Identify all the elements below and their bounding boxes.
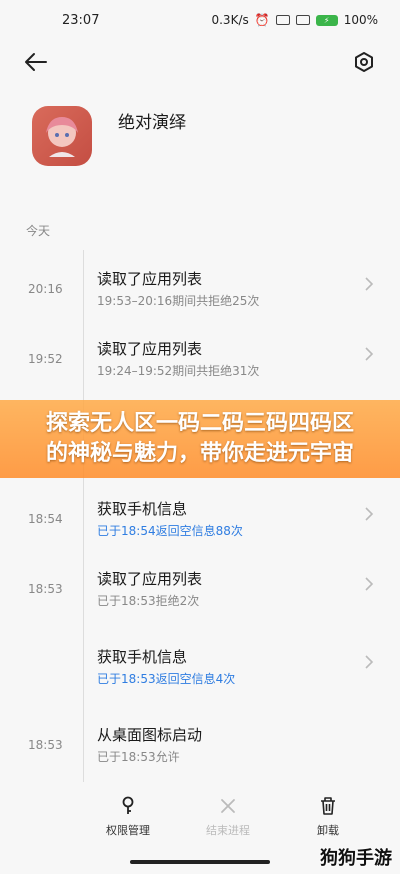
signal-icon-2 — [295, 15, 310, 25]
timeline-item[interactable]: 18:54 获取手机信息 已于18:54返回空信息88次 — [0, 480, 400, 550]
app-bar — [0, 40, 400, 84]
battery-percent: 100% — [343, 13, 378, 27]
home-indicator[interactable] — [130, 860, 270, 864]
app-header: 绝对演绎 — [32, 106, 186, 166]
timeline-line — [83, 550, 84, 628]
chevron-right-icon — [364, 346, 374, 366]
event-time: 19:52 — [28, 352, 63, 366]
watermark-text: 狗狗手游 — [320, 848, 392, 869]
net-speed: 0.3K/s — [211, 13, 249, 27]
timeline-line — [83, 320, 84, 390]
timeline-item[interactable]: 18:53 读取了应用列表 已于18:53拒绝2次 — [0, 550, 400, 628]
event-detail: 已于18:54返回空信息88次 — [97, 524, 243, 538]
timeline-line — [83, 480, 84, 550]
event-title: 获取手机信息 — [97, 648, 188, 666]
timeline-item[interactable]: 19:52 读取了应用列表 19:24–19:52期间共拒绝31次 — [0, 320, 400, 390]
app-avatar — [32, 106, 92, 166]
event-timeline: 20:16 读取了应用列表 19:53–20:16期间共拒绝25次 19:52 … — [0, 250, 400, 782]
end-process-button[interactable]: 结束进程 — [200, 796, 256, 852]
battery-icon: ⚡ — [315, 14, 338, 26]
end-process-label: 结束进程 — [206, 824, 250, 837]
permissions-button[interactable]: 权限管理 — [100, 796, 156, 852]
gear-icon[interactable] — [350, 48, 378, 76]
event-time: 20:16 — [28, 282, 63, 296]
timeline-item[interactable]: 获取手机信息 已于18:53返回空信息4次 — [0, 628, 400, 706]
event-detail: 19:53–20:16期间共拒绝25次 — [97, 294, 260, 308]
event-detail: 已于18:53允许 — [97, 750, 180, 764]
event-time: 18:53 — [28, 582, 63, 596]
signal-icon — [275, 15, 290, 25]
trash-icon — [321, 797, 335, 815]
permissions-label: 权限管理 — [106, 824, 150, 837]
event-detail: 19:24–19:52期间共拒绝31次 — [97, 364, 260, 378]
back-arrow-icon[interactable] — [22, 48, 50, 76]
key-icon — [122, 796, 134, 814]
timeline-line — [83, 706, 84, 782]
event-title: 读取了应用列表 — [97, 270, 203, 288]
timeline-line — [83, 250, 84, 320]
chevron-right-icon — [364, 506, 374, 526]
event-detail: 已于18:53返回空信息4次 — [97, 672, 236, 686]
event-title: 读取了应用列表 — [97, 340, 203, 358]
chevron-right-icon — [364, 576, 374, 596]
event-time: 18:54 — [28, 512, 63, 526]
chevron-right-icon — [364, 276, 374, 296]
event-detail: 已于18:53拒绝2次 — [97, 594, 200, 608]
banner-line-2: 的神秘与魅力，带你走进元宇宙 — [45, 441, 354, 466]
event-title: 从桌面图标启动 — [97, 726, 203, 744]
uninstall-label: 卸载 — [317, 824, 339, 837]
event-time: 18:53 — [28, 738, 63, 752]
status-icons: 0.3K/s ⏰ ⚡ 100% — [211, 13, 378, 27]
section-label-today: 今天 — [26, 224, 51, 238]
timeline-line — [83, 628, 84, 706]
event-title: 读取了应用列表 — [97, 570, 203, 588]
event-title: 获取手机信息 — [97, 500, 188, 518]
status-time: 23:07 — [62, 12, 100, 28]
alarm-icon: ⏰ — [254, 13, 270, 27]
timeline-item[interactable]: 20:16 读取了应用列表 19:53–20:16期间共拒绝25次 — [0, 250, 400, 320]
app-name: 绝对演绎 — [118, 113, 186, 133]
timeline-item[interactable]: 18:53 从桌面图标启动 已于18:53允许 — [0, 706, 400, 782]
status-bar: 23:07 0.3K/s ⏰ ⚡ 100% — [0, 0, 400, 40]
promo-banner: 探索无人区一码二码三码四码区 的神秘与魅力，带你走进元宇宙 — [0, 400, 400, 478]
chevron-right-icon — [364, 654, 374, 674]
close-icon — [221, 799, 235, 813]
banner-line-1: 探索无人区一码二码三码四码区 — [45, 411, 354, 436]
